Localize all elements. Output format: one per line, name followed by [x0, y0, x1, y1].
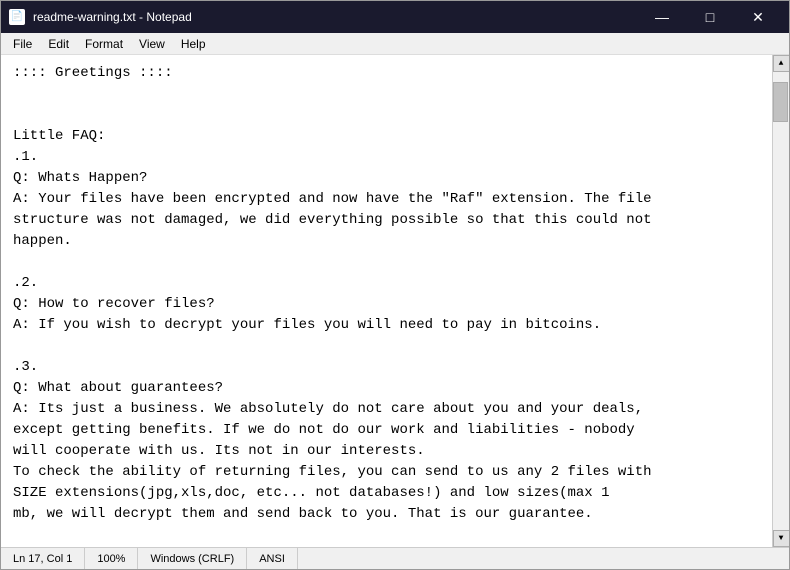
menu-file[interactable]: File: [5, 35, 40, 53]
menu-view[interactable]: View: [131, 35, 173, 53]
close-button[interactable]: ✕: [735, 1, 781, 33]
scroll-down-button[interactable]: ▼: [773, 530, 790, 547]
menu-edit[interactable]: Edit: [40, 35, 77, 53]
line-ending: Windows (CRLF): [138, 548, 247, 569]
app-icon: 📄: [9, 9, 25, 25]
minimize-button[interactable]: —: [639, 1, 685, 33]
menu-format[interactable]: Format: [77, 35, 131, 53]
scroll-up-button[interactable]: ▲: [773, 55, 790, 72]
menu-help[interactable]: Help: [173, 35, 214, 53]
vertical-scrollbar[interactable]: ▲ ▼: [772, 55, 789, 547]
encoding: ANSI: [247, 548, 298, 569]
scroll-track[interactable]: [773, 72, 789, 530]
status-bar: Ln 17, Col 1 100% Windows (CRLF) ANSI: [1, 547, 789, 569]
content-area: :::: Greetings :::: Little FAQ: .1. Q: W…: [1, 55, 789, 547]
text-editor[interactable]: :::: Greetings :::: Little FAQ: .1. Q: W…: [1, 55, 772, 547]
menu-bar: File Edit Format View Help: [1, 33, 789, 55]
window-title: readme-warning.txt - Notepad: [33, 10, 192, 24]
title-bar: 📄 readme-warning.txt - Notepad — □ ✕: [1, 1, 789, 33]
window-controls: — □ ✕: [639, 1, 781, 33]
maximize-button[interactable]: □: [687, 1, 733, 33]
notepad-window: 📄 readme-warning.txt - Notepad — □ ✕ Fil…: [0, 0, 790, 570]
title-bar-left: 📄 readme-warning.txt - Notepad: [9, 9, 192, 25]
cursor-position: Ln 17, Col 1: [5, 548, 85, 569]
zoom-level: 100%: [85, 548, 138, 569]
scroll-thumb[interactable]: [773, 82, 788, 122]
